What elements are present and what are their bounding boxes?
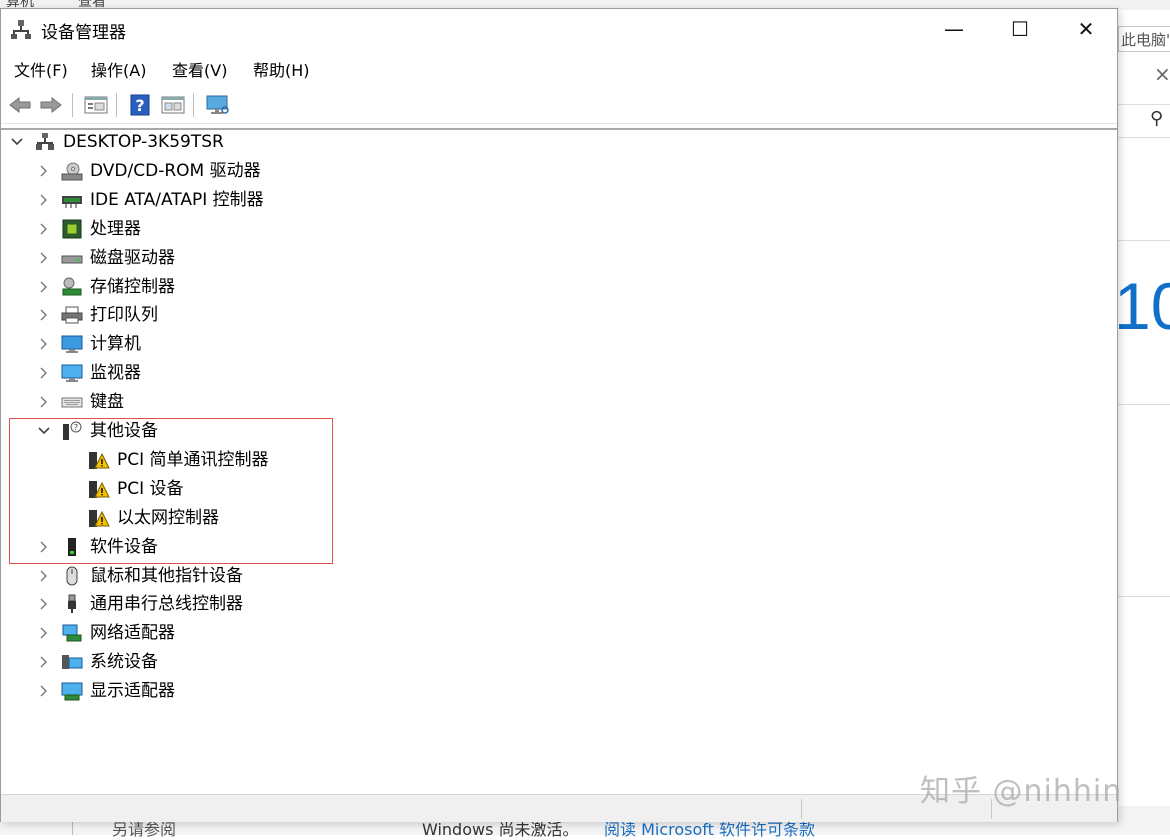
- tree-item-label: 鼠标和其他指针设备: [90, 565, 243, 586]
- tree-item-label: 通用串行总线控制器: [90, 594, 243, 615]
- back-arrow-icon[interactable]: [6, 91, 34, 119]
- chevron-down-icon[interactable]: [10, 129, 24, 155]
- scan-hardware-icon[interactable]: [204, 91, 232, 119]
- mouse-icon: [61, 566, 83, 586]
- chevron-right-icon[interactable]: [37, 678, 51, 704]
- display-adapter-icon: [61, 681, 83, 701]
- storage-controller-icon: [61, 277, 83, 297]
- help-icon[interactable]: ?: [126, 91, 154, 119]
- chevron-right-icon[interactable]: [37, 620, 51, 646]
- computer-icon: [61, 334, 83, 354]
- tree-item-label: 存储控制器: [90, 276, 175, 297]
- disk-drive-icon: [61, 248, 83, 268]
- toolbar-separator: [116, 93, 117, 117]
- ide-controller-icon: [61, 190, 83, 210]
- background-tab[interactable]: 此电脑": [1118, 26, 1170, 52]
- keyboard-icon: [61, 392, 83, 412]
- chevron-right-icon[interactable]: [37, 389, 51, 415]
- background-close-icon[interactable]: ×: [1154, 62, 1170, 86]
- status-divider: [801, 799, 802, 819]
- device-manager-icon: [11, 20, 31, 39]
- monitor-icon: [61, 363, 83, 383]
- network-adapter-icon: [61, 623, 83, 643]
- processor-icon: [61, 219, 83, 239]
- menu-file[interactable]: 文件(F): [14, 57, 68, 81]
- tree-item-label: 网络适配器: [90, 623, 175, 644]
- show-hide-icon[interactable]: [159, 91, 187, 119]
- window-title: 设备管理器: [41, 23, 126, 43]
- tree-item-label: 磁盘驱动器: [90, 247, 175, 268]
- chevron-right-icon[interactable]: [37, 331, 51, 357]
- tree-item-label: 显示适配器: [90, 681, 175, 702]
- chevron-right-icon[interactable]: [37, 245, 51, 271]
- divider: [1118, 240, 1170, 241]
- close-button[interactable]: ✕: [1053, 9, 1119, 49]
- chevron-right-icon[interactable]: [37, 216, 51, 242]
- windows-version-text: 10: [1114, 269, 1170, 343]
- system-device-icon: [61, 652, 83, 672]
- toolbar-separator: [193, 93, 194, 117]
- watermark: 知乎 @nihhin: [920, 774, 1123, 809]
- tree-item-label: 监视器: [90, 363, 141, 384]
- usb-icon: [61, 594, 83, 614]
- tree-item-label: DESKTOP-3K59TSR: [63, 132, 224, 152]
- chevron-right-icon[interactable]: [37, 649, 51, 675]
- tree-item-label: DVD/CD-ROM 驱动器: [90, 160, 261, 181]
- toolbar: ?: [1, 87, 1117, 124]
- svg-text:?: ?: [135, 96, 144, 115]
- chevron-right-icon[interactable]: [37, 563, 51, 589]
- search-icon: ⚲: [1150, 108, 1164, 129]
- tree-item-label: 计算机: [90, 334, 141, 355]
- chevron-right-icon[interactable]: [37, 187, 51, 213]
- chevron-right-icon[interactable]: [37, 591, 51, 617]
- computer-root-icon: [34, 132, 56, 152]
- tree-item-label: 打印队列: [90, 305, 158, 326]
- maximize-button[interactable]: ☐: [987, 9, 1053, 49]
- printer-icon: [61, 305, 83, 325]
- divider: [1118, 596, 1170, 597]
- chevron-right-icon[interactable]: [37, 360, 51, 386]
- tree-item-label: 系统设备: [90, 652, 158, 673]
- chevron-right-icon[interactable]: [37, 158, 51, 184]
- toolbar-separator: [72, 93, 73, 117]
- minimize-button[interactable]: —: [921, 9, 987, 49]
- tree-item-label: IDE ATA/ATAPI 控制器: [90, 189, 264, 210]
- divider: [1118, 404, 1170, 405]
- dvd-drive-icon: [61, 161, 83, 181]
- chevron-right-icon[interactable]: [37, 302, 51, 328]
- menu-view[interactable]: 查看(V): [172, 57, 227, 81]
- properties-icon[interactable]: [82, 91, 110, 119]
- title-bar[interactable]: 设备管理器 — ☐ ✕: [1, 9, 1117, 49]
- forward-arrow-icon[interactable]: [37, 91, 65, 119]
- menu-action[interactable]: 操作(A): [91, 57, 146, 81]
- tree-item-label: 处理器: [90, 218, 141, 239]
- menu-help[interactable]: 帮助(H): [253, 57, 310, 81]
- chevron-right-icon[interactable]: [37, 274, 51, 300]
- menu-bar: 文件(F) 操作(A) 查看(V) 帮助(H): [1, 53, 1117, 83]
- tree-item-label: 键盘: [90, 392, 124, 413]
- highlight-box: [9, 418, 333, 564]
